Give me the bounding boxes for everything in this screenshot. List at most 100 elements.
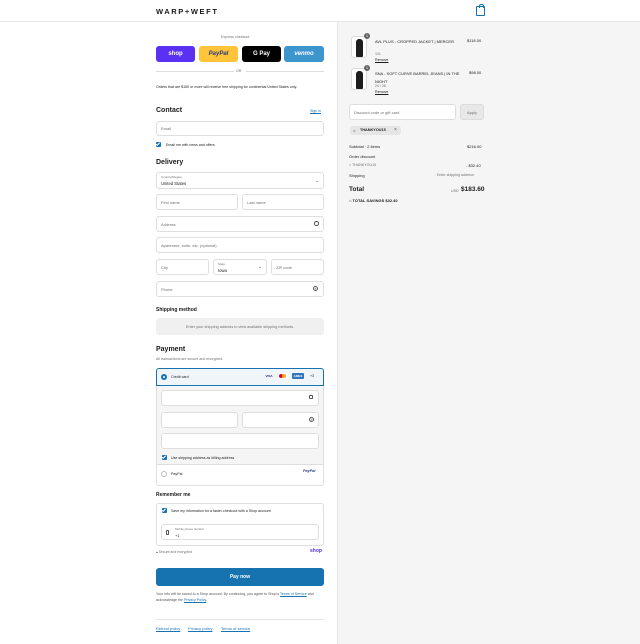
- country-select[interactable]: Country/Region United States ⌄: [156, 172, 324, 189]
- lock-icon: [309, 395, 313, 399]
- privacy-policy-footer-link[interactable]: Privacy policy: [188, 626, 212, 631]
- discount-value: - $32.40: [466, 163, 481, 168]
- name-on-card-input[interactable]: [161, 433, 319, 449]
- discount-code-input[interactable]: Discount code or gift card: [349, 104, 456, 120]
- paypal-option-label: PayPal: [171, 472, 183, 476]
- google-pay-button[interactable]: G Pay: [242, 46, 281, 62]
- top-header: WARP+WEFT: [0, 0, 640, 22]
- chevron-down-icon: ⌄: [315, 178, 320, 184]
- legal-text-part: Your info will be saved to a Shop accoun…: [156, 592, 280, 596]
- discount-tag: ⌂ THANKYOU15 ×: [350, 126, 401, 135]
- help-icon[interactable]: ?: [309, 417, 314, 422]
- remove-item-link[interactable]: Remove: [375, 90, 388, 94]
- apply-discount-button[interactable]: Apply: [460, 104, 484, 120]
- remove-item-link[interactable]: Remove: [375, 58, 388, 62]
- product-thumbnail-jacket: [351, 36, 367, 58]
- state-select[interactable]: State Iowa ⌄: [213, 259, 267, 275]
- order-discount-label: Order discount: [349, 154, 376, 159]
- news-checkbox[interactable]: [156, 142, 161, 147]
- paypal-button[interactable]: PayPal: [199, 46, 238, 62]
- credit-card-label: Credit card: [171, 374, 189, 379]
- state-value: Iowa: [218, 267, 227, 273]
- product-name: AVL PLUS - CROPPED JACKET | MERCER: [375, 39, 454, 44]
- country-label: Country/Region: [161, 175, 182, 179]
- brand-logo[interactable]: WARP+WEFT: [156, 7, 219, 16]
- total-savings: ⌂ TOTAL SAVINGS $32.40: [349, 198, 398, 203]
- save-info-label: Save my information for a faster checkou…: [171, 508, 271, 513]
- quantity-badge: 1: [364, 65, 370, 71]
- legal-text: Your info will be saved to a Shop accoun…: [156, 591, 324, 603]
- venmo-button[interactable]: venmo: [284, 46, 324, 62]
- email-input[interactable]: Email: [156, 121, 324, 136]
- product-variant: 24 / 26: [375, 84, 386, 88]
- shipping-notice: Orders that are $150 or more will receiv…: [156, 85, 298, 89]
- mobile-phone-label: Mobile phone number: [175, 527, 205, 531]
- express-checkout-title: Express checkout: [221, 35, 250, 39]
- billing-address-checkbox[interactable]: [162, 455, 167, 460]
- mastercard-icon: [278, 373, 288, 379]
- legal-text-part: .: [206, 598, 208, 602]
- divider: [157, 464, 323, 465]
- refund-policy-link[interactable]: Refund policy: [156, 626, 180, 631]
- last-name-input[interactable]: Last name: [242, 194, 324, 210]
- remember-me-heading: Remember me: [156, 492, 191, 498]
- shipping-method-heading: Shipping method: [156, 307, 197, 313]
- divider: [156, 619, 324, 620]
- visa-icon: VISA: [265, 374, 273, 378]
- discount-code: THANKYOU15: [352, 163, 377, 167]
- paypal-radio[interactable]: [161, 471, 167, 477]
- subtotal-value: $216.00: [467, 144, 482, 149]
- mobile-phone-value: +1: [175, 533, 180, 538]
- more-cards-count: +3: [309, 374, 315, 378]
- remove-discount-icon[interactable]: ×: [394, 127, 397, 133]
- zip-input[interactable]: ZIP code: [271, 259, 324, 275]
- tag-icon: ⌂: [353, 128, 356, 133]
- save-info-checkbox[interactable]: [162, 508, 167, 513]
- quantity-badge: 1: [364, 33, 370, 39]
- product-variant: 1XL: [375, 52, 382, 56]
- state-label: State: [218, 262, 226, 266]
- subtotal-label: Subtotal · 2 items: [349, 144, 381, 149]
- delivery-heading: Delivery: [156, 159, 184, 166]
- amex-icon: AMEX: [292, 373, 304, 379]
- address-input[interactable]: Address: [156, 216, 324, 232]
- apartment-input[interactable]: Apartment, suite, etc. (optional): [156, 237, 324, 253]
- terms-of-service-footer-link[interactable]: Terms of service: [221, 626, 250, 631]
- credit-card-radio[interactable]: [161, 374, 167, 380]
- contact-heading: Contact: [156, 107, 183, 114]
- savings-value: $32.40: [385, 198, 398, 203]
- payment-subtitle: All transactions are secure and encrypte…: [156, 357, 224, 361]
- mobile-phone-icon: [166, 530, 169, 535]
- product-price: $98.00: [469, 70, 482, 75]
- terms-of-service-link[interactable]: Terms of Service: [280, 592, 307, 596]
- chevron-down-icon: ⌄: [258, 264, 263, 270]
- secure-encrypted-note: 🔒︎ Secure and encrypted: [156, 550, 192, 554]
- paypal-logo: PayPal: [303, 469, 316, 473]
- search-icon: [314, 221, 319, 226]
- first-name-input[interactable]: First name: [156, 194, 238, 210]
- privacy-policy-link[interactable]: Privacy Policy: [184, 598, 206, 602]
- phone-input[interactable]: Phone: [156, 281, 324, 297]
- shop-pay-button[interactable]: shop: [156, 46, 195, 62]
- payment-heading: Payment: [156, 346, 186, 353]
- product-thumbnail-jeans: [351, 68, 367, 90]
- city-input[interactable]: City: [156, 259, 209, 275]
- total-value: $183.60: [461, 186, 485, 193]
- billing-address-label: Use shipping address as billing address: [171, 455, 235, 460]
- discount-tag-code: THANKYOU15: [360, 128, 386, 132]
- pay-now-button[interactable]: Pay now: [156, 568, 324, 586]
- sign-in-link[interactable]: Sign in: [310, 109, 321, 113]
- shopping-bag-icon[interactable]: [476, 3, 485, 16]
- card-number-input[interactable]: [161, 390, 319, 406]
- product-name: SNA - SOFT CURVE BARREL JEANS | IN THE N…: [375, 71, 460, 84]
- shipping-method-message: Enter your shipping address to view avai…: [156, 318, 324, 335]
- product-price: $118.00: [467, 38, 482, 43]
- or-divider-label: OR: [236, 69, 242, 73]
- currency-code: USD: [451, 189, 459, 193]
- help-icon[interactable]: ?: [313, 286, 318, 291]
- mobile-phone-input[interactable]: Mobile phone number +1: [161, 524, 319, 540]
- security-code-input[interactable]: [242, 412, 319, 428]
- discount-code-row: ⌂ THANKYOU15: [349, 163, 376, 167]
- total-label: Total: [349, 186, 365, 193]
- expiration-input[interactable]: [161, 412, 238, 428]
